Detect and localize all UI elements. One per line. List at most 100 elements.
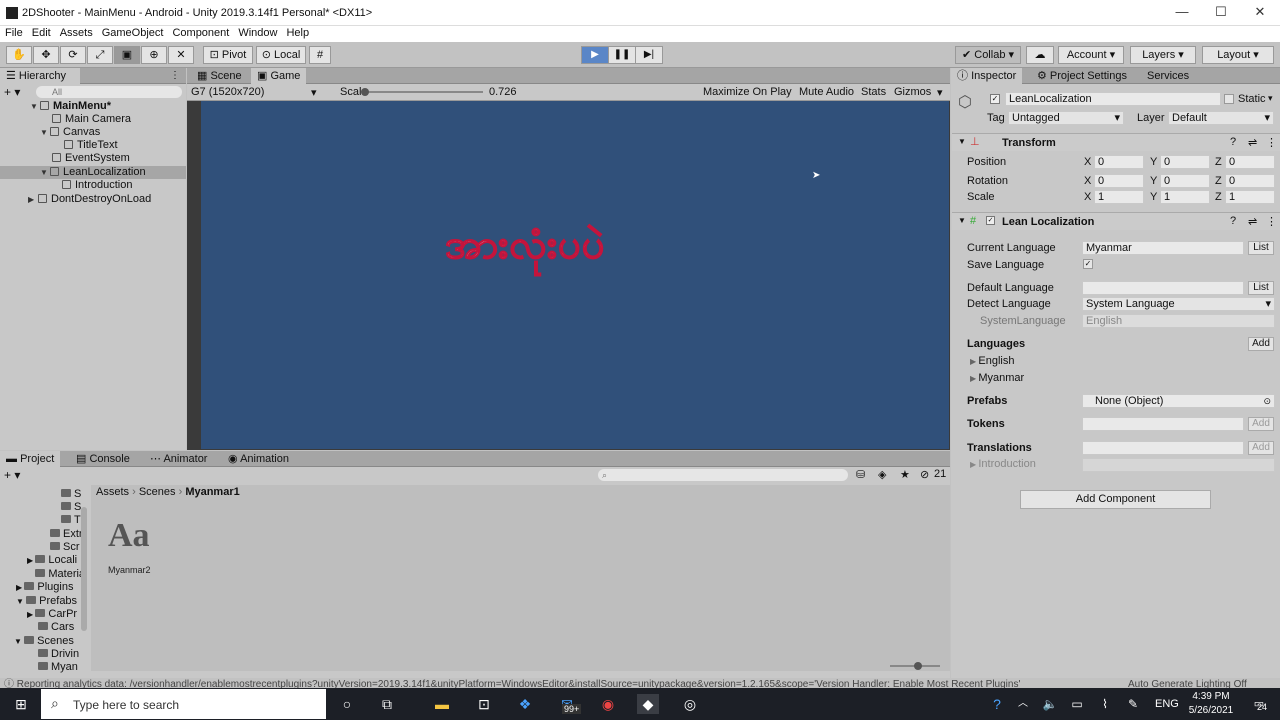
menu-edit[interactable]: Edit (27, 26, 55, 39)
language-item-english[interactable]: ▶ English (970, 355, 1014, 367)
lock-icon[interactable]: ⋮ (170, 70, 180, 81)
gizmos-dropdown[interactable]: Gizmos (894, 86, 931, 98)
tab-animation[interactable]: ◉ Animation (222, 451, 295, 467)
preset-icon[interactable]: ⇌ (1248, 136, 1257, 149)
project-search-input[interactable]: ⌕ (598, 469, 848, 481)
rect-tool-icon[interactable]: ▣ (114, 46, 140, 64)
tree-scrollbar[interactable] (81, 507, 87, 631)
object-picker-icon[interactable]: ⊙ (1263, 395, 1271, 407)
tab-services[interactable]: Services (1141, 68, 1195, 84)
help-icon[interactable]: ? (1230, 215, 1236, 227)
task-view-icon[interactable]: ⧉ (376, 694, 398, 714)
tokens-field[interactable] (1082, 417, 1244, 431)
menu-file[interactable]: File (0, 26, 27, 39)
hierarchy-row-eventsystem[interactable]: EventSystem (0, 152, 186, 165)
volume-icon[interactable]: 🔈 (1039, 694, 1061, 714)
menu-window[interactable]: Window (233, 26, 281, 39)
tree-item[interactable]: ▼ Scenes (14, 635, 74, 648)
dropbox-icon[interactable]: ❖ (514, 694, 536, 714)
save-language-checkbox[interactable]: ✓ (1083, 259, 1093, 269)
position-z-field[interactable]: 0 (1225, 155, 1275, 169)
battery-icon[interactable]: ▭ (1066, 694, 1088, 714)
menu-help[interactable]: Help (281, 26, 313, 39)
component-enabled-checkbox[interactable]: ✓ (986, 216, 995, 225)
prefabs-object-field[interactable]: None (Object) ⊙ (1082, 394, 1275, 408)
language-item-myanmar[interactable]: ▶ Myanmar (970, 372, 1024, 384)
tree-item[interactable]: Cars (38, 621, 74, 634)
hierarchy-row-titletext[interactable]: TitleText (0, 139, 186, 152)
tree-item[interactable]: Drivin (38, 648, 79, 661)
tab-project[interactable]: ▬ Project (0, 451, 61, 467)
close-button[interactable]: ✕ (1240, 4, 1280, 22)
tree-item[interactable]: ▼ Prefabs (16, 595, 77, 608)
translations-field[interactable] (1082, 441, 1244, 455)
tree-item[interactable]: S (61, 488, 81, 501)
hierarchy-row-mainmenu[interactable]: ▼ MainMenu* (0, 100, 186, 113)
filter-type-icon[interactable]: ⛁ (856, 468, 865, 481)
rotation-y-field[interactable]: 0 (1160, 174, 1210, 188)
create-add-icon[interactable]: + ▾ (4, 85, 20, 99)
filter-label-icon[interactable]: ◈ (878, 468, 886, 481)
resolution-dropdown[interactable]: G7 (1520x720) ▾ (191, 86, 321, 99)
help-icon[interactable]: ? (1230, 136, 1236, 148)
object-name-field[interactable]: LeanLocalization (1005, 92, 1221, 106)
stats-toggle[interactable]: Stats (861, 86, 886, 98)
local-button[interactable]: ⊙ Local (256, 46, 306, 64)
tree-item[interactable]: T (61, 514, 81, 527)
hidden-packages-icon[interactable]: ⊘ (920, 468, 929, 481)
minimize-button[interactable]: — (1162, 4, 1202, 22)
scale-y-field[interactable]: 1 (1160, 190, 1210, 204)
tab-scene[interactable]: ▦ Scene (191, 68, 248, 84)
static-dropdown-icon[interactable]: ▾ (1268, 93, 1273, 104)
play-button[interactable]: ▶ (581, 46, 609, 64)
translation-item-introduction[interactable]: ▶ Introduction (970, 458, 1036, 470)
hierarchy-row-main-camera[interactable]: Main Camera (0, 113, 186, 126)
breadcrumb-scenes[interactable]: Scenes (139, 486, 176, 498)
default-language-list-button[interactable]: List (1248, 281, 1274, 295)
custom-tool-icon[interactable]: ✕ (168, 46, 194, 64)
tree-item[interactable]: ▶ CarPr (27, 608, 77, 621)
project-add-icon[interactable]: + ▾ (4, 468, 20, 482)
context-menu-icon[interactable]: ⋮ (1266, 215, 1277, 228)
lean-localization-header[interactable]: ▼ # ✓ Lean Localization ? ⇌ ⋮ (952, 212, 1280, 230)
hand-tool-icon[interactable]: ✋ (6, 46, 32, 64)
hierarchy-row-canvas[interactable]: ▼ Canvas (0, 126, 186, 139)
tree-item[interactable]: Scr (50, 541, 80, 554)
cloud-button[interactable]: ☁ (1026, 46, 1054, 64)
scale-z-field[interactable]: 1 (1225, 190, 1275, 204)
tab-project-settings[interactable]: ⚙ Project Settings (1031, 68, 1133, 84)
tab-game[interactable]: ▣ Game (251, 68, 307, 84)
pen-icon[interactable]: ✎ (1122, 694, 1144, 714)
help-circle-icon[interactable]: ? (986, 694, 1008, 714)
step-button[interactable]: ▶| (635, 46, 663, 64)
show-hidden-icons[interactable]: ︿ (1012, 694, 1034, 714)
maximize-on-play-toggle[interactable]: Maximize On Play (703, 86, 792, 98)
context-menu-icon[interactable]: ⋮ (1266, 136, 1277, 149)
file-explorer-icon[interactable]: ▬ (431, 694, 453, 714)
store-icon[interactable]: ⊡ (473, 694, 495, 714)
collab-button[interactable]: ✔ Collab ▾ (955, 46, 1021, 64)
tree-item[interactable]: ▶ Locali (27, 554, 77, 567)
icon-size-slider-handle[interactable] (914, 662, 922, 670)
default-language-field[interactable] (1082, 281, 1244, 295)
transform-header[interactable]: ▼ ⊥ Transform ? ⇌ ⋮ (952, 133, 1280, 151)
obs-icon[interactable]: ◎ (679, 694, 701, 714)
pivot-button[interactable]: ⊡ Pivot (203, 46, 253, 64)
preset-icon[interactable]: ⇌ (1248, 215, 1257, 228)
game-view[interactable]: အားလုံးပပဲ ➤ (201, 101, 949, 449)
menu-assets[interactable]: Assets (55, 26, 97, 39)
position-y-field[interactable]: 0 (1160, 155, 1210, 169)
cortana-icon[interactable]: ○ (336, 694, 358, 714)
windows-start-icon[interactable]: ⊞ (10, 694, 32, 714)
scale-slider-handle[interactable] (361, 88, 369, 96)
layout-dropdown[interactable]: Layout ▾ (1202, 46, 1274, 64)
transform-tool-icon[interactable]: ⊕ (141, 46, 167, 64)
grid-snap-icon[interactable]: # (309, 46, 331, 64)
tab-animator[interactable]: ⋯ Animator (144, 451, 213, 467)
account-dropdown[interactable]: Account ▾ (1058, 46, 1124, 64)
tree-item[interactable]: ▶ Material (27, 568, 88, 581)
detect-language-dropdown[interactable]: System Language ▾ (1082, 297, 1275, 311)
current-language-list-button[interactable]: List (1248, 241, 1274, 255)
current-language-field[interactable]: Myanmar (1082, 241, 1244, 255)
chrome-icon[interactable]: ◉ (597, 694, 619, 714)
